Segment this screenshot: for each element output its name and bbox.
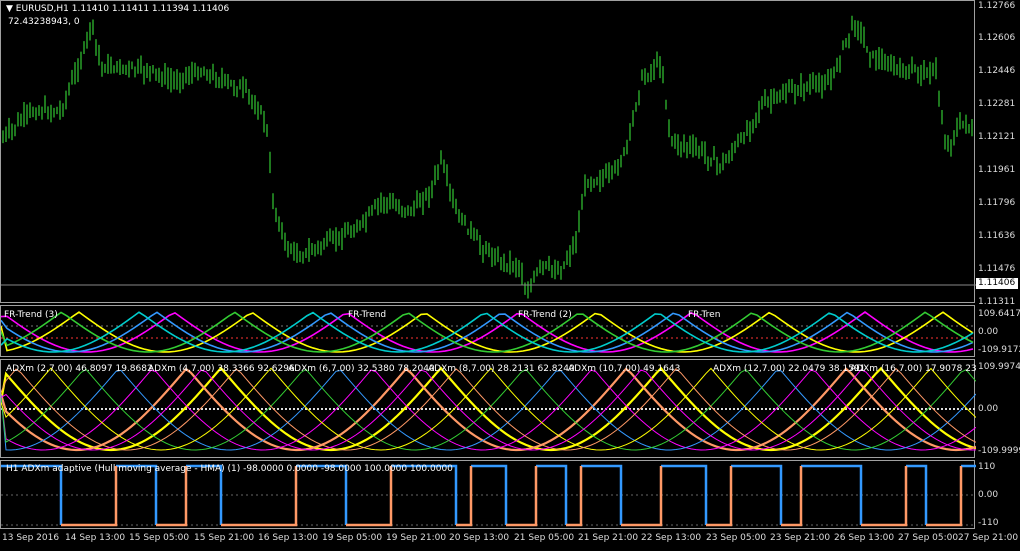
time-label: 15 Sep 21:00 (194, 533, 255, 543)
time-label: 23 Sep 05:00 (706, 533, 767, 543)
price-tick: 1.11636 (978, 231, 1016, 241)
adxm-tick-zero: 0.00 (978, 404, 999, 414)
current-price-box: 1.11406 (976, 278, 1018, 289)
price-tick: 1.12281 (978, 99, 1016, 109)
fr-trend-label: FR-Trend (3) (4, 310, 58, 321)
time-label: 16 Sep 13:00 (258, 533, 319, 543)
dropdown-arrow-icon[interactable]: ▼ (6, 4, 13, 14)
hma-tick-bottom: -110 (978, 518, 999, 528)
price-tick: 1.11796 (978, 198, 1016, 208)
adxm-label-1: ADXm (4,7.00) 38.3366 92.6296 (148, 364, 295, 374)
fr-label-2: FR-Trend (2) (518, 310, 572, 320)
fr-trend-pane[interactable] (0, 305, 976, 357)
symbol-header: ▼ EURUSD,H1 1.11410 1.11411 1.11394 1.11… (6, 4, 229, 15)
hma-tick-zero: 0.00 (978, 490, 999, 500)
time-label: 22 Sep 13:00 (641, 533, 702, 543)
time-label: 13 Sep 2016 (2, 533, 60, 543)
adxm-tick-bottom: -109.9999 (978, 446, 1020, 456)
adxm-label-6: ADXm (16,7.00) 17.9078 23 (850, 364, 977, 374)
fr-label-mid: FR-Trend (348, 310, 387, 320)
adxm-label-5: ADXm (12,7.00) 22.0479 38.1591 (713, 364, 866, 374)
time-label: 21 Sep 05:00 (514, 533, 575, 543)
symbol-line: EURUSD,H1 1.11410 1.11411 1.11394 1.1140… (15, 4, 230, 14)
price-chart-pane[interactable] (0, 0, 976, 303)
adxm-label-2: ADXm (6,7.00) 32.5380 78.2040 (288, 364, 435, 374)
price-tick: 1.12121 (978, 132, 1016, 142)
price-tick: 1.12606 (978, 33, 1016, 43)
price-candles (1, 15, 976, 299)
time-label: 14 Sep 13:00 (65, 533, 126, 543)
adxm-label-4: ADXm (10,7.00) 49.1643 (568, 364, 681, 374)
time-label: 27 Sep 21:00 (958, 533, 1019, 543)
time-axis[interactable]: 13 Sep 2016 14 Sep 13:00 15 Sep 05:00 15… (0, 529, 1018, 551)
price-tick: 1.11476 (978, 264, 1016, 274)
fr-tick-bottom: -109.9172 (978, 345, 1020, 355)
cursor-value: 72.43238943, 0 (8, 17, 80, 27)
hma-label: H1 ADXm adaptive (Hull moving average - … (6, 464, 453, 474)
time-label: 20 Sep 13:00 (449, 533, 510, 543)
adxm-tick-top: 109.9974 (978, 362, 1020, 372)
time-label: 23 Sep 21:00 (770, 533, 831, 543)
fr-label-3: FR-Tren (688, 310, 721, 320)
adxm-label-3: ADXm (8,7.00) 28.2131 62.8240 (428, 364, 575, 374)
price-tick: 1.11961 (978, 165, 1016, 175)
price-scale[interactable]: 1.12766 1.12606 1.12446 1.12281 1.12121 … (975, 0, 1020, 307)
price-tick: 1.12446 (978, 66, 1016, 76)
time-label: 19 Sep 21:00 (386, 533, 447, 543)
hma-tick-top: 110 (978, 462, 996, 472)
time-label: 26 Sep 13:00 (834, 533, 895, 543)
time-label: 19 Sep 05:00 (322, 533, 383, 543)
adxm-label-0: ADXm (2,7.00) 46.8097 19.8682 (6, 364, 153, 374)
price-tick: 1.12766 (978, 1, 1016, 11)
price-tick: 1.11311 (978, 297, 1016, 307)
fr-tick-top: 109.6417 (978, 309, 1020, 319)
time-label: 27 Sep 05:00 (898, 533, 959, 543)
time-label: 21 Sep 21:00 (578, 533, 639, 543)
time-label: 15 Sep 05:00 (129, 533, 190, 543)
fr-trend-lines (1, 311, 976, 353)
fr-label-0: FR-Trend (3) (4, 310, 58, 320)
fr-tick-zero: 0.00 (978, 327, 999, 337)
